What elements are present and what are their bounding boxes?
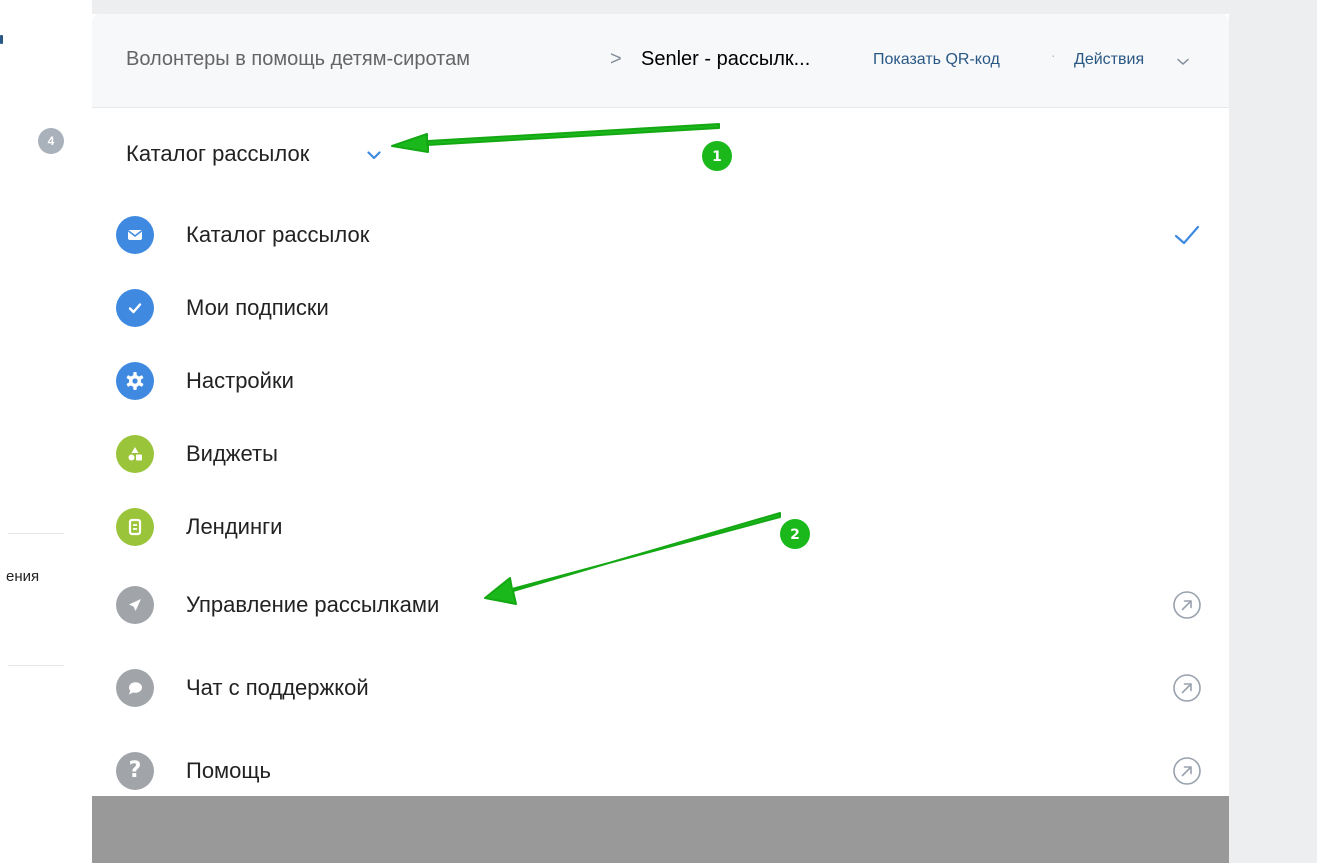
menu-item-label: Мои подписки	[186, 295, 329, 320]
external-link-icon	[1173, 757, 1201, 785]
backdrop-right	[1229, 0, 1317, 863]
paper-plane-icon	[116, 586, 154, 624]
menu-item-landings[interactable]: Лендинги	[116, 499, 1216, 559]
menu-item-help[interactable]: ? Помощь	[116, 743, 1216, 803]
checkmark-icon	[1174, 225, 1200, 245]
menu-item-label: Помощь	[186, 758, 271, 783]
menu-item-support-chat[interactable]: Чат с поддержкой	[116, 660, 1216, 720]
menu-item-catalog[interactable]: Каталог рассылок	[116, 207, 1216, 267]
show-qr-code-link[interactable]: Показать QR-код	[873, 51, 1000, 69]
menu-item-manage-mailings[interactable]: Управление рассылками	[116, 577, 1216, 637]
app-window: Волонтеры в помощь детям-сиротам > Senle…	[92, 14, 1229, 863]
backdrop-top	[92, 0, 1229, 14]
section-dropdown[interactable]: Каталог рассылок	[126, 141, 309, 167]
check-icon	[116, 289, 154, 327]
breadcrumb-group-name[interactable]: Волонтеры в помощь детям-сиротам	[126, 48, 470, 71]
menu-item-label: Каталог рассылок	[186, 222, 370, 247]
modal-footer-overlay	[92, 796, 1229, 863]
header-separator-dot: ·	[1051, 47, 1056, 63]
external-link-icon	[1173, 591, 1201, 619]
divider	[8, 533, 64, 534]
divider	[8, 665, 64, 666]
chevron-down-icon[interactable]	[1177, 58, 1189, 66]
background-page: 4 ения	[0, 0, 92, 863]
page-edge-mark	[0, 35, 3, 44]
chevron-down-icon[interactable]	[367, 151, 381, 160]
question-icon: ?	[116, 752, 154, 790]
chat-bubble-icon	[116, 669, 154, 707]
menu-item-subscriptions[interactable]: Мои подписки	[116, 280, 1216, 340]
menu-item-settings[interactable]: Настройки	[116, 353, 1216, 413]
cut-off-text[interactable]: ения	[6, 568, 39, 585]
external-link-icon	[1173, 674, 1201, 702]
landing-icon	[116, 508, 154, 546]
breadcrumb-app-name: Senler - рассылк...	[641, 48, 811, 70]
menu-item-label: Управление рассылками	[186, 592, 440, 617]
envelope-icon	[116, 216, 154, 254]
menu-item-label: Лендинги	[186, 514, 283, 539]
gear-icon	[116, 362, 154, 400]
widgets-icon	[116, 435, 154, 473]
actions-menu-button[interactable]: Действия	[1074, 51, 1144, 69]
menu-item-label: Виджеты	[186, 441, 278, 466]
window-header: Волонтеры в помощь детям-сиротам > Senle…	[92, 14, 1229, 108]
menu-item-label: Чат с поддержкой	[186, 675, 369, 700]
breadcrumb-separator: >	[610, 48, 622, 70]
counter-badge: 4	[38, 128, 64, 154]
menu-item-label: Настройки	[186, 368, 294, 393]
menu-item-widgets[interactable]: Виджеты	[116, 426, 1216, 486]
